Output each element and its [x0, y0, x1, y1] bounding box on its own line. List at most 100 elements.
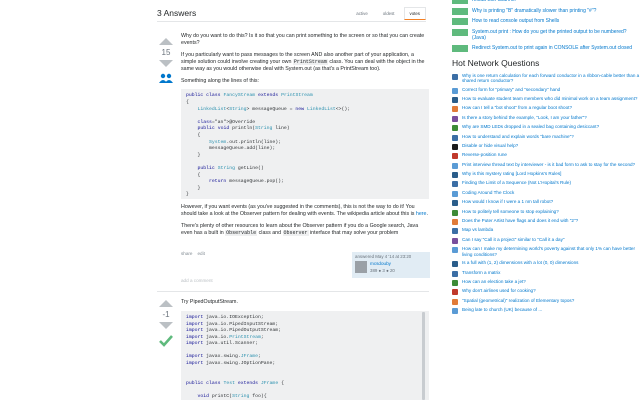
hot-question-title[interactable]: Correct form for "primary" and "secondar…	[462, 87, 560, 93]
tab-votes[interactable]: votes	[403, 7, 426, 20]
hot-question-item[interactable]: Transform a matrix	[452, 270, 640, 277]
answer-paragraph: If you particularly want to pass message…	[181, 51, 425, 72]
upvote-arrow-icon[interactable]	[159, 300, 173, 307]
answered-time: answered May 4 '14 at 23:20	[355, 254, 412, 259]
hot-question-item[interactable]: Reverse-position rune	[452, 152, 640, 160]
hot-question-item[interactable]: How to evaluate student team members who…	[452, 96, 640, 103]
hot-question-title[interactable]: How would I know if I were a 1 nm tall r…	[462, 199, 553, 205]
hot-question-item[interactable]: Why is one return calculation for each f…	[452, 73, 640, 85]
hot-question-title[interactable]: Is a full with (1, 2) dimensions with a …	[462, 260, 578, 266]
tab-active[interactable]: active	[350, 7, 373, 20]
code-block[interactable]: public class FancyStream extends PrintSt…	[181, 89, 429, 200]
code-line: import java.io.IOException;	[186, 314, 264, 320]
linked-question-title[interactable]: System.out print : How do you get the pr…	[472, 29, 640, 42]
hot-question-item[interactable]: Why is this mystery rating [Lord Hopkins…	[452, 171, 640, 179]
hot-question-item[interactable]: Can I say "Call it a project" similar to…	[452, 237, 640, 244]
code-line: messageQueue.add(line);	[186, 146, 276, 152]
answers-count: 3 Answers	[157, 8, 197, 18]
hot-question-item[interactable]: Does the Puter Artist have flags and doe…	[452, 218, 640, 226]
hot-question-item[interactable]: Why don't airlines used for cooking?	[452, 288, 640, 296]
hot-question-title[interactable]: Why are SMD LEDs dropped in a sealed bag…	[462, 124, 599, 130]
hot-question-title[interactable]: Being late to church (UK) because of ...	[462, 307, 542, 313]
hot-question-item[interactable]: Being late to church (UK) because of ...	[452, 307, 640, 315]
hot-question-item[interactable]: How can an election take a jet?	[452, 279, 640, 286]
hot-question-title[interactable]: How can I make my determining world's po…	[462, 246, 640, 258]
hot-question-title[interactable]: How can an election take a jet?	[462, 279, 526, 285]
question-score-badge	[452, 7, 468, 15]
question-score-badge	[452, 28, 468, 36]
vote-cell: -1	[157, 300, 175, 347]
hot-question-item[interactable]: How can I tell a "bot shoot" from a regu…	[452, 105, 640, 113]
hot-question-item[interactable]: Is there a story behind the example, "Lo…	[452, 115, 640, 122]
share-link[interactable]: share	[181, 251, 193, 256]
site-icon	[452, 73, 458, 80]
users-icon[interactable]	[159, 73, 173, 83]
linked-question[interactable]: Redirect System.out to print again in CO…	[452, 44, 640, 52]
downvote-arrow-icon[interactable]	[159, 322, 173, 329]
tab-oldest[interactable]: oldest	[377, 7, 401, 20]
hot-question-item[interactable]: Correct form for "primary" and "secondar…	[452, 87, 640, 94]
user-card: answered May 4 '14 at 23:20 mcsdouby 389…	[352, 252, 430, 278]
code-line: public String getLine()	[197, 165, 264, 171]
hot-question-item[interactable]: Map vs lambda	[452, 227, 640, 235]
hot-question-item[interactable]: Why are SMD LEDs dropped in a sealed bag…	[452, 124, 640, 132]
avatar[interactable]	[355, 261, 367, 273]
linked-question-title[interactable]: How to read console output from Shells	[472, 18, 559, 24]
hot-question-title[interactable]: Why is this mystery rating [Lord Hopkins…	[462, 171, 561, 177]
upvote-arrow-icon[interactable]	[159, 38, 173, 45]
site-icon	[452, 181, 458, 188]
hot-question-title[interactable]: Finding the Limit of a Sequence (Not L'H…	[462, 180, 571, 186]
linked-question[interactable]: How to read console output from Shells	[452, 18, 640, 25]
hot-question-title[interactable]: Why is one return calculation for each f…	[462, 73, 640, 85]
linked-question[interactable]: Why is printing "B" dramatically slower …	[452, 7, 640, 15]
code-scrollbar[interactable]	[422, 312, 425, 400]
site-icon	[452, 96, 458, 103]
hot-question-title[interactable]: Coding Around The Clock	[462, 190, 514, 196]
hot-question-item[interactable]: How to understand and explain words "bar…	[452, 134, 640, 141]
hot-question-title[interactable]: Can I say "Call it a project" similar to…	[462, 237, 565, 243]
linked-question-title[interactable]: Redirect System.out to print again in CO…	[472, 45, 632, 51]
hot-question-title[interactable]: How can I tell a "bot shoot" from a regu…	[462, 105, 572, 111]
hot-question-item[interactable]: Coding Around The Clock	[452, 190, 640, 197]
hot-question-title[interactable]: How to politely tell someone to stop exp…	[462, 209, 559, 215]
hot-question-item[interactable]: How to politely tell someone to stop exp…	[452, 209, 640, 216]
add-comment-link[interactable]: add a comment	[181, 278, 213, 283]
hot-question-item[interactable]: Finding the Limit of a Sequence (Not L'H…	[452, 180, 640, 188]
hot-question-title[interactable]: How to evaluate student team members who…	[462, 96, 637, 102]
hot-question-item[interactable]: How can I make my determining world's po…	[452, 246, 640, 258]
accepted-check-icon	[159, 335, 173, 347]
hot-question-title[interactable]: Is there a story behind the example, "Lo…	[462, 115, 587, 121]
hot-question-title[interactable]: Transform a matrix	[462, 270, 500, 276]
edit-link[interactable]: edit	[198, 251, 205, 256]
downvote-arrow-icon[interactable]	[159, 60, 173, 67]
code-block[interactable]: import java.io.IOException; import java.i…	[181, 310, 429, 400]
hot-question-title[interactable]: Disable or hide visual help?	[462, 143, 518, 149]
right-sidebar: reload with Scanner Why is printing "B" d…	[452, 0, 640, 317]
vote-count: -1	[162, 310, 170, 319]
hot-question-item[interactable]: Print interview thread text by interview…	[452, 162, 640, 169]
site-icon	[452, 115, 458, 122]
linked-question-title[interactable]: reload with Scanner	[472, 0, 516, 3]
hot-question-title[interactable]: Does the Puter Artist have flags and doe…	[462, 218, 578, 224]
hot-question-title[interactable]: Reverse-position rune	[462, 152, 507, 158]
hot-question-title[interactable]: Map vs lambda	[462, 227, 493, 233]
site-icon	[452, 298, 458, 305]
wikipedia-link[interactable]: here	[416, 211, 427, 217]
hot-question-title[interactable]: How to understand and explain words "bar…	[462, 134, 574, 140]
linked-question[interactable]: reload with Scanner	[452, 0, 640, 4]
hot-question-item[interactable]: Disable or hide visual help?	[452, 143, 640, 150]
hot-question-title[interactable]: Why don't airlines used for cooking?	[462, 288, 536, 294]
hot-question-title[interactable]: "Spatial (geometrical)" realization of E…	[462, 298, 574, 304]
linked-question[interactable]: System.out print : How do you get the pr…	[452, 28, 640, 42]
code-line: LinkedList<String> messageQueue = new Li…	[197, 106, 351, 112]
linked-questions: reload with Scanner Why is printing "B" d…	[452, 0, 640, 52]
hot-question-item[interactable]: "Spatial (geometrical)" realization of E…	[452, 298, 640, 305]
sort-tabs: active oldest votes	[350, 7, 426, 20]
linked-question-title[interactable]: Why is printing "B" dramatically slower …	[472, 8, 596, 14]
hot-question-item[interactable]: Is a full with (1, 2) dimensions with a …	[452, 260, 640, 268]
user-name-link[interactable]: mcsdouby	[370, 261, 391, 266]
hot-question-item[interactable]: How would I know if I were a 1 nm tall r…	[452, 199, 640, 207]
hot-question-title[interactable]: Print interview thread text by interview…	[462, 162, 635, 168]
